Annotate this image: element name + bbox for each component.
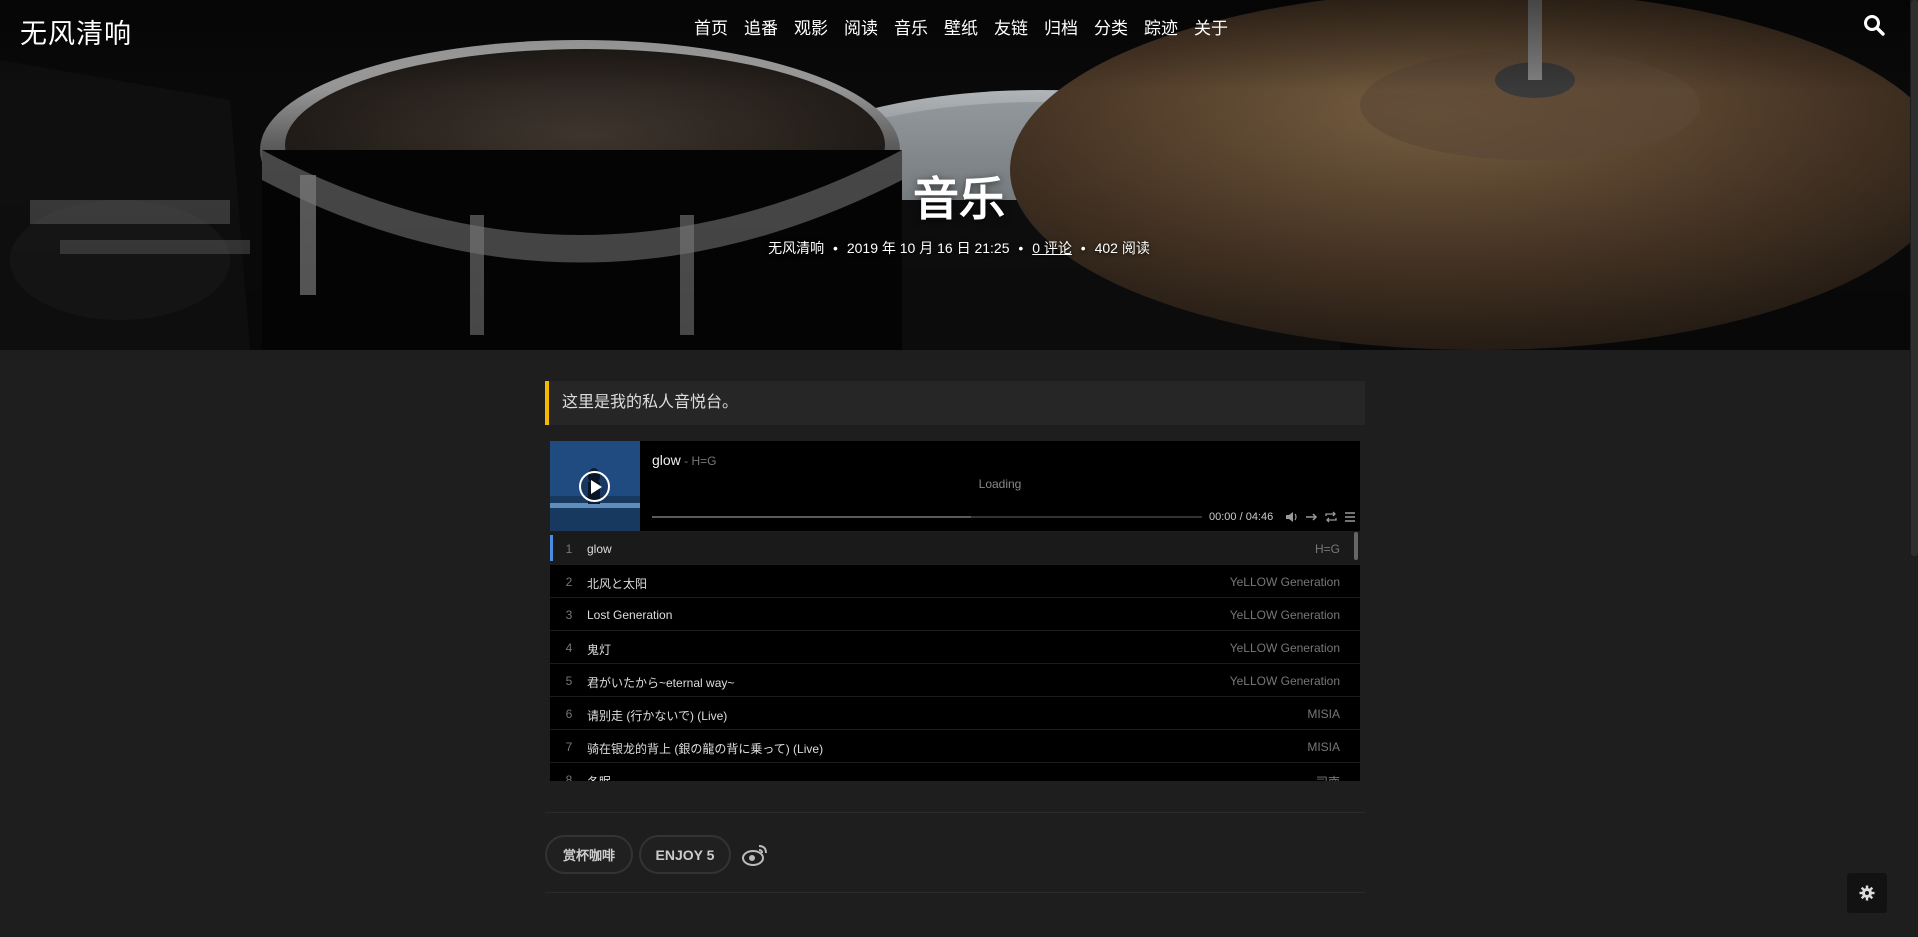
- album-cover[interactable]: [550, 441, 640, 531]
- song-index: 4: [565, 641, 573, 655]
- nav-item-categories[interactable]: 分类: [1086, 17, 1136, 41]
- post-author[interactable]: 无风清响: [768, 240, 824, 256]
- weibo-share-icon[interactable]: [741, 841, 769, 869]
- playlist-item[interactable]: 6 请别走 (行かないで) (Live) MISIA: [550, 696, 1360, 729]
- music-player: glow - H=G Loading 00:00 / 04:46 1 glow …: [550, 441, 1360, 781]
- intro-quote: 这里是我的私人音悦台。: [545, 381, 1365, 425]
- song-artist: YeLLOW Generation: [1229, 641, 1340, 655]
- playlist-item[interactable]: 4 鬼灯 YeLLOW Generation: [550, 630, 1360, 663]
- settings-button[interactable]: [1847, 873, 1887, 913]
- lyrics-line: Loading: [978, 477, 1022, 491]
- playlist-scrollbar[interactable]: [1354, 532, 1358, 560]
- page-title: 音乐: [913, 173, 1005, 225]
- current-song-artist: - H=G: [680, 454, 717, 468]
- progress-loaded: [652, 516, 971, 518]
- volume-icon[interactable]: [1285, 510, 1299, 524]
- nav-item-archive[interactable]: 归档: [1036, 17, 1086, 41]
- post-actions: 赏杯咖啡 ENJOY 5: [545, 835, 769, 874]
- playlist-item[interactable]: 8 冬眠 司南: [550, 762, 1360, 781]
- song-title: 鬼灯: [587, 643, 612, 657]
- song-title: Lost Generation: [587, 608, 673, 622]
- song-index: 7: [565, 740, 573, 754]
- play-button[interactable]: [579, 471, 610, 502]
- song-index: 6: [565, 707, 573, 721]
- enjoy-button[interactable]: ENJOY 5: [639, 835, 731, 874]
- nav-item-home[interactable]: 首页: [686, 17, 736, 41]
- song-artist: H=G: [1314, 542, 1340, 556]
- top-navbar: 无风清响 首页 追番 观影 阅读 音乐 壁纸 友链 归档 分类 踪迹 关于: [0, 0, 1918, 58]
- site-logo[interactable]: 无风清响: [20, 12, 132, 51]
- post-comments-link[interactable]: 0 评论: [1032, 240, 1072, 256]
- current-song: glow - H=G: [652, 452, 716, 468]
- divider: [545, 892, 1365, 893]
- song-title: 骑在银龙的背上 (銀の龍の背に乗って) (Live): [587, 742, 824, 756]
- song-artist: MISIA: [1307, 740, 1340, 754]
- nav-item-links[interactable]: 友链: [986, 17, 1036, 41]
- order-icon[interactable]: [1305, 510, 1319, 524]
- song-artist: YeLLOW Generation: [1229, 575, 1340, 589]
- song-index: 2: [565, 575, 573, 589]
- progress-bar[interactable]: [652, 516, 1202, 518]
- song-title: 冬眠: [587, 773, 611, 781]
- current-song-title: glow: [652, 452, 681, 468]
- song-index: 8: [565, 773, 573, 781]
- playlist-item[interactable]: 7 骑在银龙的背上 (銀の龍の背に乗って) (Live) MISIA: [550, 729, 1360, 762]
- meta-bullet: •: [1018, 240, 1024, 256]
- nav-item-wallpaper[interactable]: 壁纸: [936, 17, 986, 41]
- playlist-item[interactable]: 5 君がいたから~eternal way~ YeLLOW Generation: [550, 663, 1360, 696]
- post-meta: 无风清响 • 2019 年 10 月 16 日 21:25 • 0 评论 • 4…: [0, 238, 1918, 258]
- nav-item-tracks[interactable]: 踪迹: [1136, 17, 1186, 41]
- playlist-item[interactable]: 2 北风と太阳 YeLLOW Generation: [550, 564, 1360, 597]
- player-body: glow - H=G Loading 00:00 / 04:46: [550, 441, 1360, 531]
- nav-item-music[interactable]: 音乐: [886, 17, 936, 41]
- nav-item-movies[interactable]: 观影: [786, 17, 836, 41]
- page-scrollbar-thumb[interactable]: [1911, 0, 1918, 556]
- song-artist: MISIA: [1307, 707, 1340, 721]
- donate-coffee-button[interactable]: 赏杯咖啡: [545, 835, 633, 874]
- gear-icon: [1859, 885, 1875, 901]
- meta-bullet: •: [833, 240, 838, 256]
- song-index: 1: [565, 542, 573, 556]
- post-date: 2019 年 10 月 16 日 21:25: [846, 240, 1010, 256]
- loop-icon[interactable]: [1324, 510, 1338, 524]
- post-views: 402 阅读: [1094, 240, 1150, 256]
- song-title: 请别走 (行かないで) (Live): [587, 709, 728, 723]
- search-icon[interactable]: [1862, 13, 1886, 37]
- playlist-item[interactable]: 1 glow H=G: [550, 531, 1360, 564]
- playlist: 1 glow H=G 2 北风と太阳 YeLLOW Generation 3 L…: [550, 531, 1360, 781]
- song-artist: 司南: [1316, 773, 1340, 781]
- playlist-item[interactable]: 3 Lost Generation YeLLOW Generation: [550, 597, 1360, 630]
- nav-item-anime[interactable]: 追番: [736, 17, 786, 41]
- meta-bullet: •: [1080, 240, 1086, 256]
- nav-item-about[interactable]: 关于: [1186, 17, 1236, 41]
- song-artist: YeLLOW Generation: [1229, 674, 1340, 688]
- nav-item-reading[interactable]: 阅读: [836, 17, 886, 41]
- song-title: 君がいたから~eternal way~: [587, 676, 735, 690]
- song-artist: YeLLOW Generation: [1229, 608, 1340, 622]
- post-content: 这里是我的私人音悦台。 glow - H=G Loading 00:00 / 0…: [545, 381, 1365, 893]
- song-title: 北风と太阳: [587, 577, 648, 591]
- song-index: 3: [565, 608, 573, 622]
- divider: [545, 812, 1365, 813]
- main-nav: 首页 追番 观影 阅读 音乐 壁纸 友链 归档 分类 踪迹 关于: [686, 17, 1236, 41]
- song-index: 5: [565, 674, 573, 688]
- playlist-menu-icon[interactable]: [1343, 510, 1357, 524]
- time-display: 00:00 / 04:46: [1209, 511, 1274, 523]
- song-title: glow: [587, 542, 612, 556]
